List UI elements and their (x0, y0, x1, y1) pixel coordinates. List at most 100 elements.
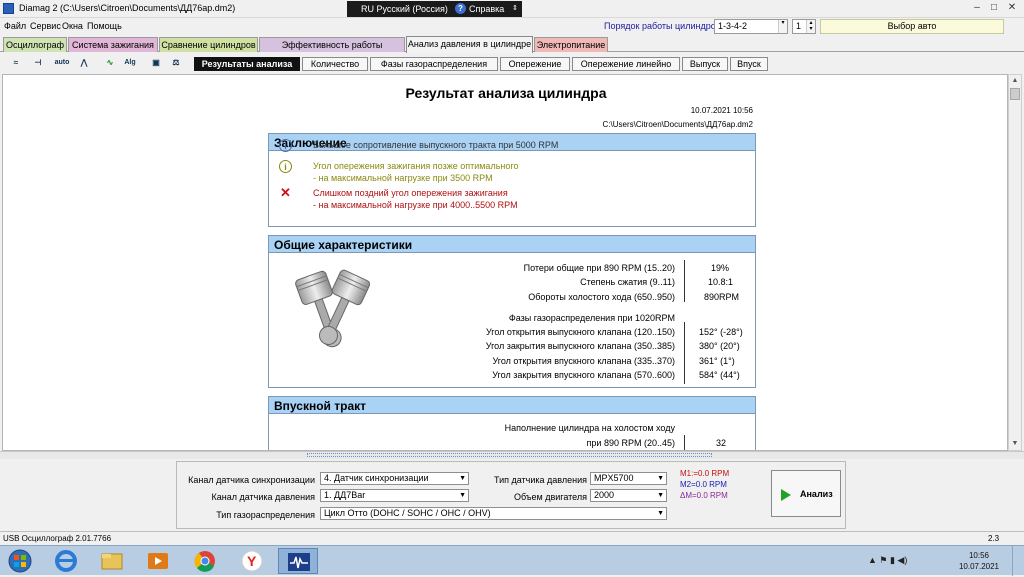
language-label[interactable]: RU Русский (Россия) (361, 4, 448, 14)
tab-cylinder-compare[interactable]: Сравнение цилиндров (159, 37, 258, 52)
subtab-valve-timing[interactable]: Фазы газораспределения (370, 57, 498, 71)
pistons-image (295, 269, 371, 348)
row-label: Обороты холостого хода (650..950) (528, 292, 675, 302)
tab-label: Сравнение цилиндров (161, 40, 256, 50)
valve-type-value: Цикл Отто (DOHC / SOHC / OHC / OHV) (324, 508, 491, 518)
subtab-intake[interactable]: Впуск (730, 57, 768, 71)
toolbar: ≈ ⊣ auto ⋀ ∿ Alg ▣ ⚖ Результаты анализа … (0, 53, 1024, 73)
wave-icon[interactable]: ∿ (102, 55, 118, 71)
chrome-icon[interactable] (185, 548, 225, 574)
conclusion-text: Большое сопротивление выпускного тракта … (313, 140, 559, 150)
menu-file[interactable]: Файл (4, 21, 26, 31)
row-value: 32 (716, 438, 727, 448)
clock-date: 10.07.2021 (958, 562, 1000, 571)
cylinder-number-spinner[interactable]: 1 ▴ ▾ (792, 19, 816, 34)
chevron-down-icon[interactable]: ▼ (657, 490, 664, 501)
tab-cylinder-efficiency[interactable]: Эффективность работы цилиндров (259, 37, 405, 64)
tab-power[interactable]: Электропитание (534, 37, 608, 52)
splitter-grip[interactable] (307, 453, 712, 457)
conclusion-error: ✕ Слишком поздний угол опережения зажига… (279, 185, 749, 213)
scroll-up-icon[interactable]: ▲ (1009, 75, 1021, 87)
tab-ignition[interactable]: Система зажигания (68, 37, 158, 52)
settings-panel: Канал датчика синхронизации 4. Датчик си… (176, 461, 846, 529)
maximize-button[interactable]: □ (986, 1, 1002, 15)
pressure-channel-select[interactable]: 1. ДД7Bar ▼ (320, 489, 469, 502)
chevron-down-icon[interactable]: ▼ (657, 473, 664, 484)
diamag-taskbar-icon[interactable] (278, 548, 318, 574)
info-icon: i (279, 139, 292, 152)
show-desktop-button[interactable] (1012, 546, 1024, 576)
report-view[interactable]: Результат анализа цилиндра 10.07.2021 10… (2, 74, 1008, 451)
media-player-icon[interactable] (138, 548, 178, 574)
cylinder-order-select[interactable]: 1-3-4-2 ▾ (714, 19, 788, 34)
cylinder-order-value: 1-3-4-2 (718, 21, 748, 31)
explorer-icon[interactable] (92, 548, 132, 574)
scroll-thumb[interactable] (1010, 88, 1020, 100)
splitter[interactable] (0, 451, 1024, 459)
menu-help[interactable]: Помощь (87, 21, 122, 31)
help-label[interactable]: Справка (469, 4, 504, 14)
value-divider (684, 435, 685, 450)
tab-label: Анализ давления в цилиндре (407, 39, 532, 49)
chevron-down-icon[interactable]: ▼ (459, 490, 466, 501)
chevron-down-icon[interactable]: ▾ (778, 20, 787, 33)
tab-pressure-analysis[interactable]: Анализ давления в цилиндре (406, 36, 533, 53)
row-label: Угол открытия выпускного клапана (120..1… (485, 327, 675, 337)
start-button[interactable] (2, 548, 38, 574)
vertical-scrollbar[interactable]: ▲ ▼ (1008, 74, 1022, 451)
error-icon: ✕ (280, 185, 291, 200)
pressure-channel-label: Канал датчика давления (211, 492, 315, 502)
subtab-advance-linear[interactable]: Опережение линейно (572, 57, 680, 71)
engine-volume-select[interactable]: 2000 ▼ (590, 489, 667, 502)
subtab-exhaust[interactable]: Выпуск (682, 57, 728, 71)
scale-icon[interactable]: ⚖ (168, 55, 184, 71)
sync-channel-select[interactable]: 4. Датчик синхронизации ▼ (320, 472, 469, 485)
auto-icon[interactable]: auto (54, 55, 70, 71)
tray-icons[interactable]: ▲ ⚑ ▮ ◀) (868, 555, 907, 566)
conclusion-section: Заключение i Большое сопротивление выпус… (268, 133, 756, 227)
row-value: 152° (-28°) (699, 327, 743, 337)
chevron-down-icon[interactable]: ▼ (657, 508, 664, 519)
row-value: 10.8:1 (708, 277, 734, 287)
yandex-browser-icon[interactable]: Y (232, 548, 272, 574)
timing-icon[interactable]: ⊣ (30, 55, 46, 71)
row-label: при 890 RPM (20..45) (586, 438, 675, 448)
tab-label: Осциллограф (6, 40, 64, 50)
minimize-button[interactable]: – (969, 1, 985, 15)
analyze-button[interactable]: Анализ (771, 470, 841, 517)
subtab-results[interactable]: Результаты анализа (194, 57, 300, 71)
tab-oscilloscope[interactable]: Осциллограф (3, 37, 67, 52)
analyze-label: Анализ (800, 489, 833, 499)
ie-icon[interactable] (46, 548, 86, 574)
compare-icon[interactable]: ⋀ (76, 55, 92, 71)
chevron-down-icon[interactable]: ▼ (459, 473, 466, 484)
marker-m1: M1:=0.0 RPM (680, 469, 730, 478)
valve-type-select[interactable]: Цикл Отто (DOHC / SOHC / OHC / OHV) ▼ (320, 507, 667, 520)
report-path: C:\Users\Citroen\Documents\ДД76ар.dm2 (602, 120, 753, 129)
general-title: Общие характеристики (269, 236, 755, 253)
clock[interactable]: 10:56 10.07.2021 (955, 550, 1003, 572)
conclusion-text: Слишком поздний угол опережения зажигани… (313, 188, 508, 198)
sensor-type-label: Тип датчика давления (493, 475, 587, 485)
language-bar[interactable]: RU Русский (Россия) ? Справка ⇕ (347, 1, 522, 17)
scroll-down-icon[interactable]: ▼ (1009, 438, 1021, 450)
value-divider (684, 260, 685, 302)
save-icon[interactable]: ▣ (148, 55, 164, 71)
algo-icon[interactable]: Alg (122, 55, 138, 71)
select-auto-button[interactable]: Выбор авто (820, 19, 1004, 34)
status-version: 2.3 (988, 534, 1000, 543)
sensor-type-select[interactable]: MPX5700 ▼ (590, 472, 667, 485)
signal-icon[interactable]: ≈ (8, 55, 24, 71)
spin-arrows-icon[interactable]: ▴ ▾ (806, 20, 815, 33)
subtab-advance[interactable]: Опережение (500, 57, 570, 71)
row-label: Угол закрытия выпускного клапана (350..3… (485, 341, 675, 351)
menu-service[interactable]: Сервис (30, 21, 61, 31)
close-button[interactable]: ✕ (1004, 1, 1020, 15)
menu-windows[interactable]: Окна (62, 21, 83, 31)
row-label: Степень сжатия (9..11) (580, 277, 675, 287)
language-bar-options-icon[interactable]: ⇕ (512, 4, 518, 12)
row-label: Наполнение цилиндра на холостом ходу (504, 423, 675, 433)
help-icon[interactable]: ? (455, 3, 466, 14)
subtab-quantity[interactable]: Количество (302, 57, 368, 71)
conclusion-text: Угол опережения зажигания позже оптималь… (313, 161, 519, 171)
